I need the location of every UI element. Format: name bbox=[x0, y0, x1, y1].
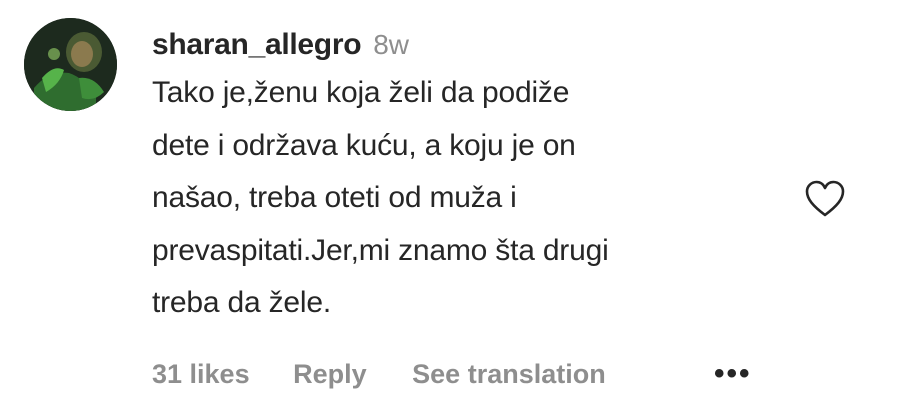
comment: sharan_allegro 8w Tako je,ženu koja želi … bbox=[0, 0, 900, 416]
comment-text-line: treba da žele. bbox=[152, 286, 331, 319]
comment-text: Tako je,ženu koja želi da podiže dete i … bbox=[152, 67, 792, 330]
reply-button[interactable]: Reply bbox=[293, 352, 367, 396]
likes-count[interactable]: 31 likes bbox=[152, 352, 250, 396]
comment-header: sharan_allegro 8w bbox=[152, 22, 792, 68]
username[interactable]: sharan_allegro bbox=[152, 28, 362, 61]
comment-time[interactable]: 8w bbox=[373, 29, 409, 60]
comment-text-line: našao, treba oteti od muža i bbox=[152, 181, 517, 214]
comment-text-line: Tako je,ženu koja želi da podiže bbox=[152, 76, 570, 109]
more-options-icon[interactable]: ••• bbox=[714, 352, 752, 396]
see-translation-button[interactable]: See translation bbox=[412, 352, 606, 396]
comment-actions: 31 likes Reply See translation ••• bbox=[152, 352, 792, 396]
avatar[interactable] bbox=[24, 18, 117, 111]
heart-outline-icon[interactable] bbox=[805, 180, 845, 218]
comment-text-line: prevaspitati.Jer,mi znamo šta drugi bbox=[152, 233, 609, 267]
comment-text-line: dete i održava kuću, a koju je on bbox=[152, 128, 576, 162]
avatar-image bbox=[24, 18, 117, 111]
comment-body: sharan_allegro 8w Tako je,ženu koja želi … bbox=[152, 22, 792, 330]
